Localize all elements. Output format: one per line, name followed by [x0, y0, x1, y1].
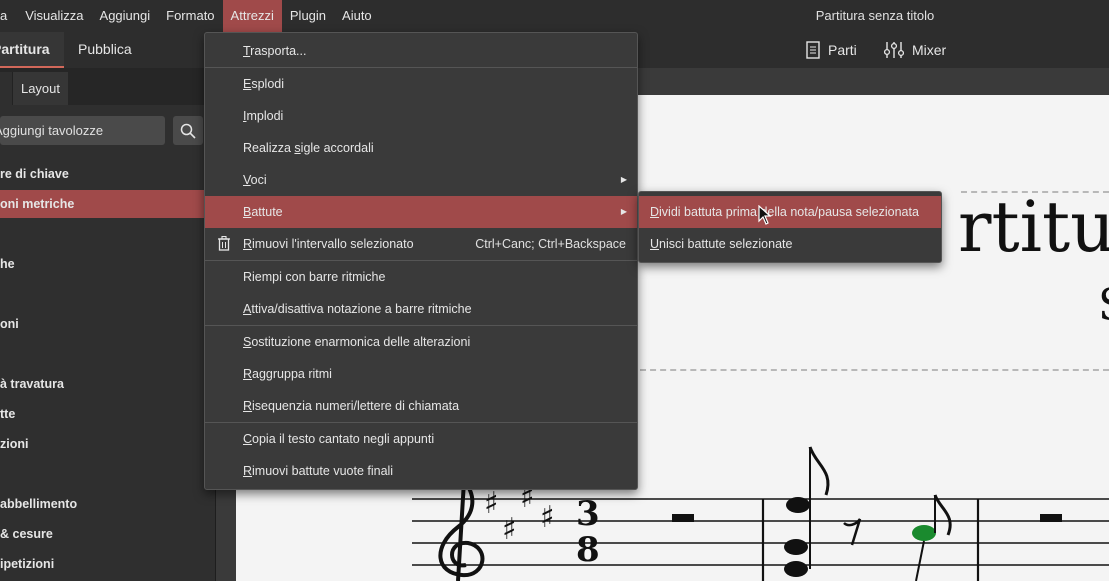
- shortcut-label: Ctrl+Canc; Ctrl+Backspace: [475, 237, 626, 251]
- menu-item-copia-testo[interactable]: Copia il testo cantato negli appunti: [205, 423, 637, 455]
- measure-rest-2[interactable]: [1040, 514, 1062, 522]
- trash-icon: [218, 236, 230, 251]
- menu-item-realizza-sigle[interactable]: Realizza sigle accordali: [205, 132, 637, 164]
- mouse-cursor-icon: [758, 205, 772, 225]
- parti-label: Parti: [828, 42, 857, 58]
- svg-text:♯: ♯: [484, 486, 499, 521]
- mixer-icon: [884, 42, 904, 58]
- menu-item-battute[interactable]: Battute ▶: [205, 196, 637, 228]
- palette-item-articolazioni[interactable]: zioni: [0, 430, 216, 458]
- mixer-label: Mixer: [912, 42, 947, 58]
- menu-item-voci[interactable]: Voci ▶: [205, 164, 637, 196]
- palette-item-ripetizioni[interactable]: ipetizioni: [0, 550, 216, 578]
- palette-search-button[interactable]: [173, 116, 203, 145]
- menu-item-riempi-barre[interactable]: Riempi con barre ritmiche: [205, 261, 637, 293]
- palette-item-abbellimento[interactable]: abbellimento: [0, 490, 216, 518]
- mixer-button[interactable]: Mixer: [884, 32, 946, 68]
- attrezzi-menu: Trasporta... Esplodi Implodi Realizza si…: [204, 32, 638, 490]
- palette-item-forcelle[interactable]: tte: [0, 400, 216, 428]
- measure-rest[interactable]: [672, 514, 694, 522]
- submenu-arrow-icon: ▶: [620, 207, 627, 216]
- palette-item-proprieta-travatura[interactable]: à travatura: [0, 370, 216, 398]
- menu-item-dividi-battuta[interactable]: Dividi battuta prima della nota/pausa se…: [639, 196, 941, 228]
- window-title: Partitura senza titolo: [815, 8, 935, 23]
- document-icon: [806, 41, 820, 59]
- menu-item-risequenzia[interactable]: Risequenzia numeri/lettere di chiamata: [205, 390, 637, 422]
- tab-pubblica[interactable]: Pubblica: [78, 32, 132, 68]
- menu-item-trasporta[interactable]: Trasporta...: [205, 35, 637, 67]
- palette-panel: Layout re di chiave oni metriche he oni …: [0, 68, 216, 581]
- svg-text:♯: ♯: [540, 500, 555, 535]
- selected-note[interactable]: [912, 525, 936, 541]
- palette-item-armature[interactable]: re di chiave: [0, 160, 216, 188]
- palette-tab-layout[interactable]: Layout: [12, 72, 68, 105]
- search-icon: [180, 123, 196, 139]
- palette-item-indicazioni-metriche[interactable]: oni metriche: [0, 190, 216, 218]
- menu-item-attiva-barre[interactable]: Attiva/disattiva notazione a barre ritmi…: [205, 293, 637, 325]
- svg-text:♯: ♯: [502, 512, 517, 547]
- menu-item-rimuovi-intervallo[interactable]: Rimuovi l'intervallo selezionato Ctrl+Ca…: [205, 228, 637, 260]
- tab-partitura[interactable]: Partitura: [0, 32, 64, 68]
- battute-submenu: Dividi battuta prima della nota/pausa se…: [638, 191, 942, 263]
- palette-item-dinamiche[interactable]: oni: [0, 310, 216, 338]
- submenu-arrow-icon: ▶: [620, 175, 627, 184]
- palette-search-input[interactable]: [0, 116, 165, 145]
- palette-item-cesure[interactable]: & cesure: [0, 520, 216, 548]
- menu-item-raggruppa-ritmi[interactable]: Raggruppa ritmi: [205, 358, 637, 390]
- time-signature-top: 3: [576, 494, 600, 534]
- palette-tabs: Layout: [0, 68, 215, 105]
- palette-tab-palettes[interactable]: [0, 72, 12, 105]
- palette-item-stanghette[interactable]: he: [0, 250, 216, 278]
- parti-button[interactable]: Parti: [806, 32, 857, 68]
- menu-item-implodi[interactable]: Implodi: [205, 100, 637, 132]
- menu-item-rimuovi-battute-vuote[interactable]: Rimuovi battute vuote finali: [205, 455, 637, 487]
- menu-item-esplodi[interactable]: Esplodi: [205, 68, 637, 100]
- menu-item-sostituzione-enarmonica[interactable]: Sostituzione enarmonica delle alterazion…: [205, 326, 637, 358]
- time-signature-bottom: 8: [576, 530, 600, 570]
- menu-item-unisci-battute[interactable]: Unisci battute selezionate: [639, 228, 941, 260]
